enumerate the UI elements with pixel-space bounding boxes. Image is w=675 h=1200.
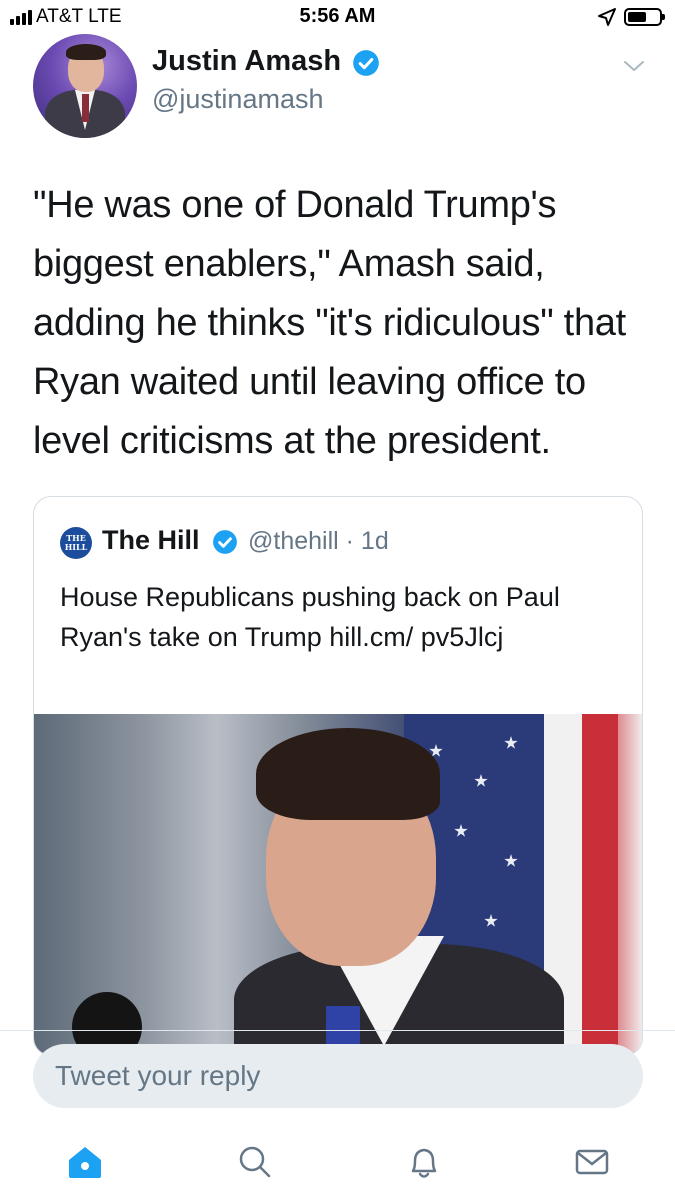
search-icon (239, 1146, 271, 1178)
verified-badge-icon (213, 530, 237, 554)
reply-input[interactable]: Tweet your reply (33, 1044, 643, 1108)
bottom-nav (0, 1128, 675, 1200)
nav-messages[interactable] (570, 1140, 614, 1184)
messages-icon (575, 1149, 609, 1175)
battery-icon (624, 8, 665, 26)
status-time: 5:56 AM (299, 5, 376, 27)
avatar[interactable] (33, 34, 137, 138)
nav-notifications[interactable] (402, 1140, 446, 1184)
reply-placeholder: Tweet your reply (55, 1060, 261, 1091)
quoted-author-name: The Hill (102, 525, 200, 555)
home-icon (69, 1147, 101, 1178)
quoted-handle-time: @thehill · 1d (248, 527, 389, 555)
quoted-tweet-card[interactable]: THE HILL The Hill @thehill · 1d House Rep… (33, 496, 643, 1056)
author-display-name[interactable]: Justin Amash (152, 45, 341, 78)
quoted-tweet-text: House Republicans pushing back on Paul R… (60, 582, 560, 652)
verified-badge-icon (353, 50, 379, 76)
tweet-text: "He was one of Donald Trump's biggest en… (33, 184, 626, 462)
the-hill-logo: THE HILL (60, 527, 92, 559)
status-bar: AT&T LTE 5:56 AM (0, 0, 675, 34)
chevron-down-icon[interactable] (622, 58, 646, 74)
nav-search[interactable] (232, 1140, 276, 1184)
author-handle[interactable]: @justinamash (152, 84, 323, 115)
nav-home[interactable] (63, 1140, 107, 1184)
notifications-icon (411, 1148, 437, 1178)
divider (0, 1030, 675, 1031)
location-arrow-icon (598, 8, 616, 26)
quoted-tweet-photo[interactable] (34, 714, 642, 1055)
